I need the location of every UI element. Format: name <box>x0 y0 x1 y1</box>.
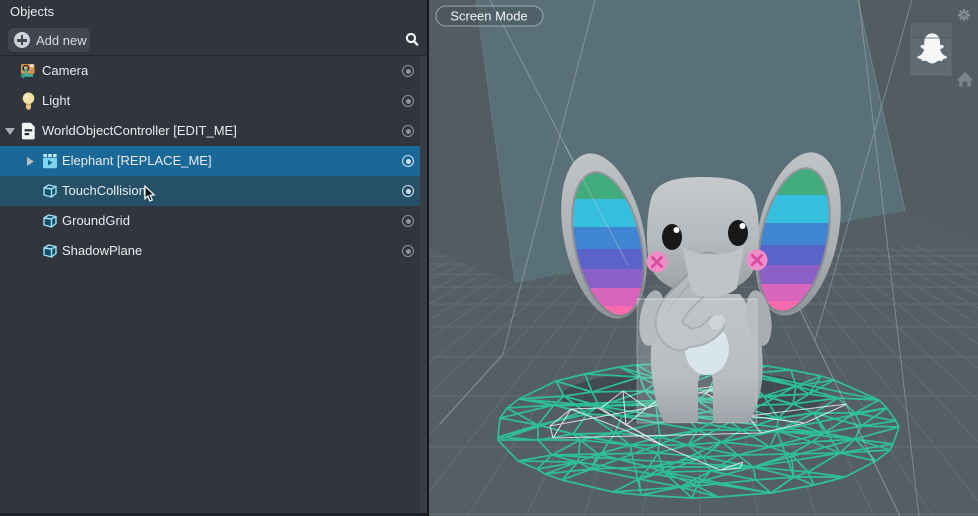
svg-text:Screen Mode: Screen Mode <box>450 9 527 24</box>
